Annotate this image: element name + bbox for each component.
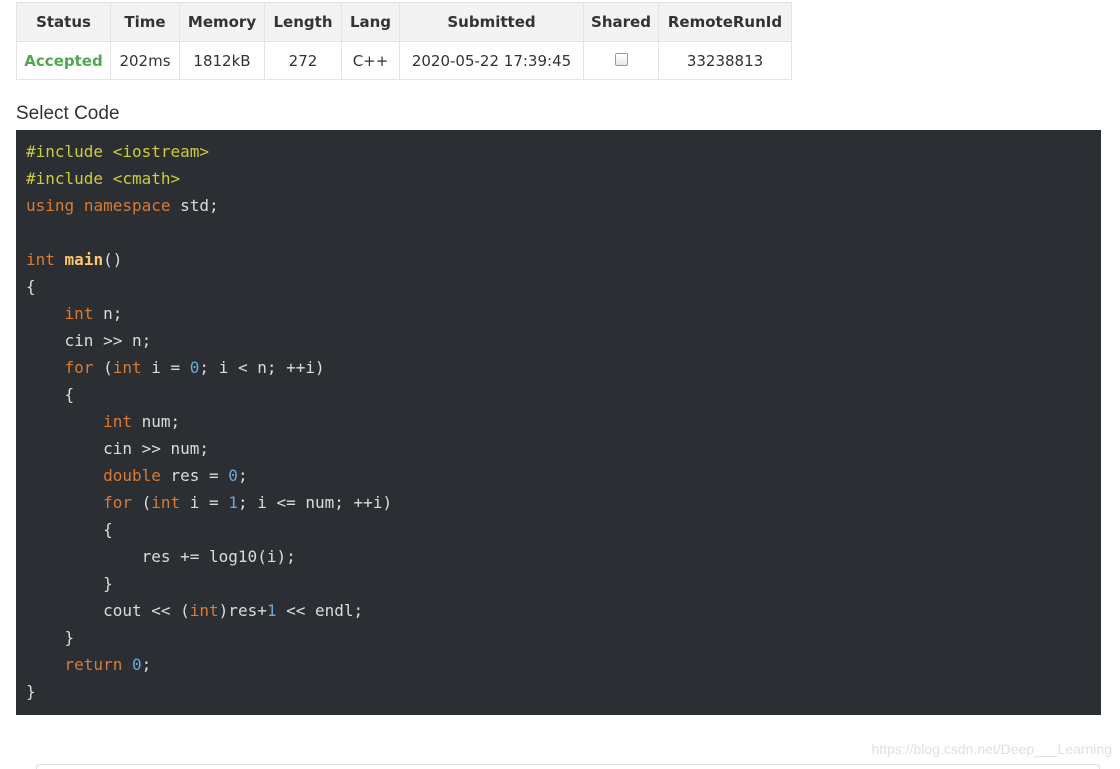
length-cell: 272 — [264, 41, 342, 80]
header-lang: Lang — [341, 2, 400, 42]
code-line: double res = 0; — [26, 462, 1101, 489]
code-token: int — [103, 412, 132, 431]
code-line: res += log10(i); — [26, 543, 1101, 570]
code-token: for — [64, 358, 94, 377]
submitted-cell: 2020-05-22 17:39:45 — [399, 41, 584, 80]
submission-table: Status Time Memory Length Lang Submitted… — [16, 2, 792, 80]
code-line: } — [26, 570, 1101, 597]
code-line: } — [26, 678, 1101, 705]
header-time: Time — [110, 2, 180, 42]
code-line: int num; — [26, 408, 1101, 435]
code-token: int — [26, 250, 55, 269]
code-token: } — [26, 628, 75, 647]
code-token: std; — [170, 196, 219, 215]
code-token: 1 — [228, 493, 238, 512]
code-token: int — [64, 304, 94, 323]
code-token: 0 — [228, 466, 238, 485]
code-line: { — [26, 381, 1101, 408]
header-remote-run-id: RemoteRunId — [658, 2, 792, 42]
code-token: res += log10(i); — [26, 547, 296, 566]
code-token: namespace — [83, 196, 171, 215]
code-token: )res+ — [218, 601, 267, 620]
code-line: #include <cmath> — [26, 165, 1101, 192]
table-row: Accepted 202ms 1812kB 272 C++ 2020-05-22… — [16, 41, 792, 80]
code-block[interactable]: #include <iostream> #include <cmath> using… — [16, 130, 1101, 715]
code-line: #include <iostream> — [26, 138, 1101, 165]
code-token: using — [26, 196, 75, 215]
memory-cell: 1812kB — [179, 41, 265, 80]
code-line: for (int i = 1; i <= num; ++i) — [26, 489, 1101, 516]
bottom-panel — [36, 764, 1100, 769]
remote-run-id-cell: 33238813 — [658, 41, 792, 80]
code-token: cout << ( — [26, 601, 190, 620]
code-token: i = — [180, 493, 229, 512]
code-line: int main() — [26, 246, 1101, 273]
header-shared: Shared — [583, 2, 659, 42]
header-submitted: Submitted — [399, 2, 584, 42]
select-code-label[interactable]: Select Code — [16, 103, 120, 125]
code-line: for (int i = 0; i < n; ++i) — [26, 354, 1101, 381]
code-token: double — [103, 466, 161, 485]
code-token: for — [103, 493, 132, 512]
code-line: int n; — [26, 300, 1101, 327]
code-token: #include <cmath> — [26, 169, 181, 188]
code-token: ; — [141, 655, 152, 674]
code-token: int — [151, 493, 181, 512]
code-line: cout << (int)res+1 << endl; — [26, 597, 1101, 624]
code-token: int — [112, 358, 142, 377]
shared-cell — [583, 41, 659, 80]
code-token: res = — [160, 466, 229, 485]
code-token: #include <iostream> — [26, 142, 210, 161]
code-token: { — [26, 520, 113, 539]
time-cell: 202ms — [110, 41, 180, 80]
code-token: << endl; — [276, 601, 364, 620]
code-token: main — [64, 250, 104, 269]
code-token: n; — [93, 304, 123, 323]
code-line: } — [26, 624, 1101, 651]
code-token: ( — [93, 358, 113, 377]
status-cell: Accepted — [16, 41, 111, 80]
code-token: ; i < n; ++i) — [199, 358, 325, 377]
code-token: ( — [131, 493, 152, 512]
code-line: return 0; — [26, 651, 1101, 678]
code-token: ; i <= num; ++i) — [237, 493, 393, 512]
shared-checkbox[interactable] — [614, 52, 628, 66]
code-token: i = — [141, 358, 190, 377]
code-line: { — [26, 516, 1101, 543]
header-memory: Memory — [179, 2, 265, 42]
code-token: 0 — [189, 358, 200, 377]
code-token: } — [26, 682, 36, 701]
code-token: return — [64, 655, 123, 674]
code-line: { — [26, 273, 1101, 300]
code-token: () — [103, 250, 123, 269]
code-token: { — [26, 277, 36, 296]
code-token: ; — [237, 466, 248, 485]
code-token: num; — [131, 412, 181, 431]
code-token: cin >> n; — [26, 331, 152, 350]
code-token: int — [189, 601, 219, 620]
code-token: } — [26, 574, 113, 593]
code-line: cin >> num; — [26, 435, 1101, 462]
code-line: cin >> n; — [26, 327, 1101, 354]
watermark: https://blog.csdn.net/Deep___Learning — [871, 741, 1112, 757]
header-status: Status — [16, 2, 111, 42]
code-token: cin >> num; — [26, 439, 210, 458]
table-header-row: Status Time Memory Length Lang Submitted… — [16, 2, 792, 42]
code-line: using namespace std; — [26, 192, 1101, 219]
lang-cell: C++ — [341, 41, 400, 80]
code-token: 0 — [131, 655, 142, 674]
code-token: { — [26, 385, 75, 404]
header-length: Length — [264, 2, 342, 42]
